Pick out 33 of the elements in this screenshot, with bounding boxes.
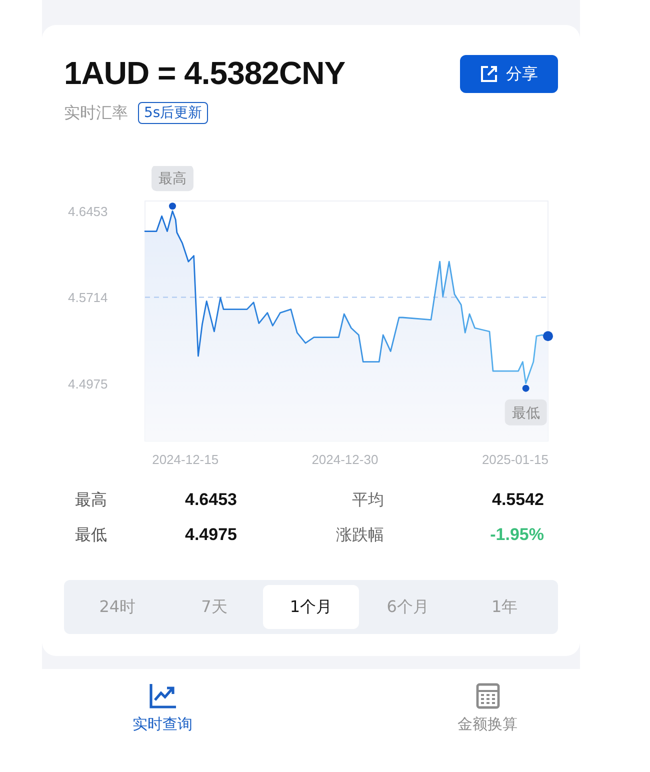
stat-value: -1.95% xyxy=(489,525,544,546)
stat-label: 最高 xyxy=(75,490,108,511)
subtitle: 实时汇率 xyxy=(64,102,128,124)
y-tick-label: 4.5714 xyxy=(68,290,108,306)
stat-value: 4.5542 xyxy=(491,490,544,511)
period-tab[interactable]: 6个月 xyxy=(359,585,456,629)
chart-icon xyxy=(148,683,176,709)
annotation: 最低 xyxy=(512,405,540,422)
share-button[interactable]: 分享 xyxy=(460,55,558,93)
high-label: 最高 xyxy=(151,166,194,192)
period-tab[interactable]: 1年 xyxy=(456,585,553,629)
period-tab[interactable]: 7天 xyxy=(166,585,263,629)
stat-label: 平均 xyxy=(351,490,385,511)
annotation: 最高 xyxy=(158,171,186,188)
current-point-dot xyxy=(543,331,553,342)
update-tag: 5s后更新 xyxy=(138,102,208,124)
stat-value: 4.4975 xyxy=(185,525,238,546)
stat-value: 4.6453 xyxy=(185,490,238,511)
stat-label: 最低 xyxy=(75,525,108,546)
share-icon xyxy=(480,65,498,83)
low-point-dot xyxy=(522,384,530,392)
stat-label: 涨跌幅 xyxy=(335,525,385,546)
x-tick-label: 2024-12-30 xyxy=(312,452,378,467)
calculator-icon xyxy=(476,683,500,709)
period-tab[interactable]: 24时 xyxy=(69,585,166,629)
x-tick-label: 2024-12-15 xyxy=(152,452,219,467)
y-tick-label: 4.4975 xyxy=(68,376,108,392)
exchange-rate-title: 1AUD = 4.5382CNY xyxy=(64,55,346,92)
high-point-dot xyxy=(168,202,176,210)
low-label: 最低 xyxy=(504,399,547,426)
y-tick-label: 4.6453 xyxy=(68,204,108,220)
x-tick-label: 2025-01-15 xyxy=(482,452,548,467)
period-tab[interactable]: 1个月 xyxy=(262,585,360,629)
